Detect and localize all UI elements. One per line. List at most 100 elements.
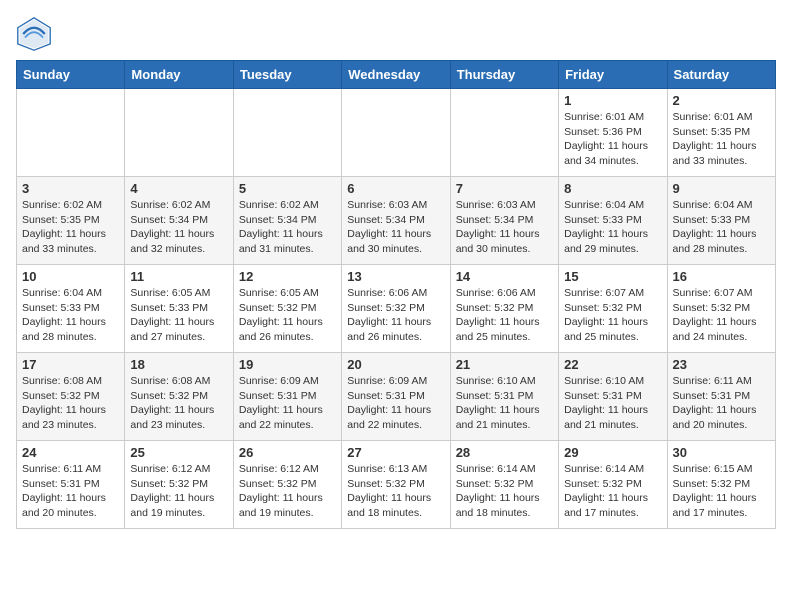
day-info: Sunrise: 6:04 AM Sunset: 5:33 PM Dayligh…	[564, 198, 661, 257]
day-info: Sunrise: 6:07 AM Sunset: 5:32 PM Dayligh…	[564, 286, 661, 345]
weekday-header-thursday: Thursday	[450, 61, 558, 89]
day-number: 15	[564, 269, 661, 284]
calendar-week-5: 24 Sunrise: 6:11 AM Sunset: 5:31 PM Dayli…	[17, 441, 776, 529]
weekday-header-monday: Monday	[125, 61, 233, 89]
calendar-week-1: 1 Sunrise: 6:01 AM Sunset: 5:36 PM Daylig…	[17, 89, 776, 177]
calendar-cell: 19 Sunrise: 6:09 AM Sunset: 5:31 PM Dayli…	[233, 353, 341, 441]
day-info: Sunrise: 6:02 AM Sunset: 5:34 PM Dayligh…	[239, 198, 336, 257]
day-info: Sunrise: 6:02 AM Sunset: 5:34 PM Dayligh…	[130, 198, 227, 257]
day-info: Sunrise: 6:13 AM Sunset: 5:32 PM Dayligh…	[347, 462, 444, 521]
calendar-cell: 2 Sunrise: 6:01 AM Sunset: 5:35 PM Daylig…	[667, 89, 775, 177]
calendar-cell: 21 Sunrise: 6:10 AM Sunset: 5:31 PM Dayli…	[450, 353, 558, 441]
day-number: 25	[130, 445, 227, 460]
day-number: 6	[347, 181, 444, 196]
day-info: Sunrise: 6:03 AM Sunset: 5:34 PM Dayligh…	[456, 198, 553, 257]
day-info: Sunrise: 6:02 AM Sunset: 5:35 PM Dayligh…	[22, 198, 119, 257]
day-number: 9	[673, 181, 770, 196]
weekday-header-wednesday: Wednesday	[342, 61, 450, 89]
calendar-cell: 16Sunrise: 6:07 AM Sunset: 5:32 PM Dayli…	[667, 265, 775, 353]
calendar-cell: 1 Sunrise: 6:01 AM Sunset: 5:36 PM Daylig…	[559, 89, 667, 177]
calendar-cell: 30Sunrise: 6:15 AM Sunset: 5:32 PM Dayli…	[667, 441, 775, 529]
calendar-header: SundayMondayTuesdayWednesdayThursdayFrid…	[17, 61, 776, 89]
day-info: Sunrise: 6:05 AM Sunset: 5:32 PM Dayligh…	[239, 286, 336, 345]
day-info: Sunrise: 6:08 AM Sunset: 5:32 PM Dayligh…	[130, 374, 227, 433]
calendar-cell: 26 Sunrise: 6:12 AM Sunset: 5:32 PM Dayli…	[233, 441, 341, 529]
logo-icon	[16, 16, 52, 52]
calendar-cell: 23Sunrise: 6:11 AM Sunset: 5:31 PM Dayli…	[667, 353, 775, 441]
calendar-cell: 18 Sunrise: 6:08 AM Sunset: 5:32 PM Dayli…	[125, 353, 233, 441]
calendar-cell: 3 Sunrise: 6:02 AM Sunset: 5:35 PM Daylig…	[17, 177, 125, 265]
calendar-cell: 22 Sunrise: 6:10 AM Sunset: 5:31 PM Dayli…	[559, 353, 667, 441]
day-number: 24	[22, 445, 119, 460]
calendar-cell	[450, 89, 558, 177]
day-info: Sunrise: 6:11 AM Sunset: 5:31 PM Dayligh…	[22, 462, 119, 521]
day-number: 27	[347, 445, 444, 460]
calendar-cell: 8Sunrise: 6:04 AM Sunset: 5:33 PM Daylig…	[559, 177, 667, 265]
calendar-cell: 15 Sunrise: 6:07 AM Sunset: 5:32 PM Dayli…	[559, 265, 667, 353]
calendar-cell: 14 Sunrise: 6:06 AM Sunset: 5:32 PM Dayli…	[450, 265, 558, 353]
day-info: Sunrise: 6:12 AM Sunset: 5:32 PM Dayligh…	[130, 462, 227, 521]
day-number: 3	[22, 181, 119, 196]
calendar-cell: 11Sunrise: 6:05 AM Sunset: 5:33 PM Dayli…	[125, 265, 233, 353]
day-number: 22	[564, 357, 661, 372]
day-number: 2	[673, 93, 770, 108]
day-info: Sunrise: 6:08 AM Sunset: 5:32 PM Dayligh…	[22, 374, 119, 433]
calendar-week-3: 10 Sunrise: 6:04 AM Sunset: 5:33 PM Dayli…	[17, 265, 776, 353]
day-info: Sunrise: 6:03 AM Sunset: 5:34 PM Dayligh…	[347, 198, 444, 257]
calendar-cell: 4 Sunrise: 6:02 AM Sunset: 5:34 PM Daylig…	[125, 177, 233, 265]
weekday-header-friday: Friday	[559, 61, 667, 89]
calendar-cell: 27 Sunrise: 6:13 AM Sunset: 5:32 PM Dayli…	[342, 441, 450, 529]
calendar-cell: 20 Sunrise: 6:09 AM Sunset: 5:31 PM Dayli…	[342, 353, 450, 441]
day-number: 20	[347, 357, 444, 372]
calendar-cell: 7Sunrise: 6:03 AM Sunset: 5:34 PM Daylig…	[450, 177, 558, 265]
day-info: Sunrise: 6:15 AM Sunset: 5:32 PM Dayligh…	[673, 462, 770, 521]
header	[16, 16, 776, 52]
day-number: 23	[673, 357, 770, 372]
calendar-cell	[342, 89, 450, 177]
logo	[16, 16, 56, 52]
day-info: Sunrise: 6:09 AM Sunset: 5:31 PM Dayligh…	[239, 374, 336, 433]
calendar-cell	[125, 89, 233, 177]
calendar-table: SundayMondayTuesdayWednesdayThursdayFrid…	[16, 60, 776, 529]
day-number: 17	[22, 357, 119, 372]
day-number: 19	[239, 357, 336, 372]
weekday-header-tuesday: Tuesday	[233, 61, 341, 89]
day-info: Sunrise: 6:01 AM Sunset: 5:36 PM Dayligh…	[564, 110, 661, 169]
day-number: 18	[130, 357, 227, 372]
day-number: 26	[239, 445, 336, 460]
day-info: Sunrise: 6:04 AM Sunset: 5:33 PM Dayligh…	[22, 286, 119, 345]
calendar-cell: 6 Sunrise: 6:03 AM Sunset: 5:34 PM Daylig…	[342, 177, 450, 265]
day-info: Sunrise: 6:04 AM Sunset: 5:33 PM Dayligh…	[673, 198, 770, 257]
day-number: 29	[564, 445, 661, 460]
day-number: 21	[456, 357, 553, 372]
calendar-week-4: 17 Sunrise: 6:08 AM Sunset: 5:32 PM Dayli…	[17, 353, 776, 441]
day-number: 1	[564, 93, 661, 108]
calendar-cell: 29 Sunrise: 6:14 AM Sunset: 5:32 PM Dayli…	[559, 441, 667, 529]
day-info: Sunrise: 6:06 AM Sunset: 5:32 PM Dayligh…	[456, 286, 553, 345]
day-number: 5	[239, 181, 336, 196]
day-info: Sunrise: 6:09 AM Sunset: 5:31 PM Dayligh…	[347, 374, 444, 433]
calendar-cell: 25 Sunrise: 6:12 AM Sunset: 5:32 PM Dayli…	[125, 441, 233, 529]
calendar-cell: 12Sunrise: 6:05 AM Sunset: 5:32 PM Dayli…	[233, 265, 341, 353]
calendar-cell: 24 Sunrise: 6:11 AM Sunset: 5:31 PM Dayli…	[17, 441, 125, 529]
day-info: Sunrise: 6:01 AM Sunset: 5:35 PM Dayligh…	[673, 110, 770, 169]
day-number: 13	[347, 269, 444, 284]
calendar-cell: 9 Sunrise: 6:04 AM Sunset: 5:33 PM Daylig…	[667, 177, 775, 265]
day-info: Sunrise: 6:10 AM Sunset: 5:31 PM Dayligh…	[456, 374, 553, 433]
day-info: Sunrise: 6:14 AM Sunset: 5:32 PM Dayligh…	[564, 462, 661, 521]
day-number: 16	[673, 269, 770, 284]
calendar-cell: 10 Sunrise: 6:04 AM Sunset: 5:33 PM Dayli…	[17, 265, 125, 353]
day-info: Sunrise: 6:12 AM Sunset: 5:32 PM Dayligh…	[239, 462, 336, 521]
day-info: Sunrise: 6:10 AM Sunset: 5:31 PM Dayligh…	[564, 374, 661, 433]
calendar-cell: 17 Sunrise: 6:08 AM Sunset: 5:32 PM Dayli…	[17, 353, 125, 441]
calendar-cell	[233, 89, 341, 177]
calendar-cell: 28Sunrise: 6:14 AM Sunset: 5:32 PM Dayli…	[450, 441, 558, 529]
day-info: Sunrise: 6:14 AM Sunset: 5:32 PM Dayligh…	[456, 462, 553, 521]
day-number: 14	[456, 269, 553, 284]
day-number: 4	[130, 181, 227, 196]
calendar-cell: 13Sunrise: 6:06 AM Sunset: 5:32 PM Dayli…	[342, 265, 450, 353]
calendar-week-2: 3 Sunrise: 6:02 AM Sunset: 5:35 PM Daylig…	[17, 177, 776, 265]
day-number: 10	[22, 269, 119, 284]
day-info: Sunrise: 6:05 AM Sunset: 5:33 PM Dayligh…	[130, 286, 227, 345]
weekday-header-saturday: Saturday	[667, 61, 775, 89]
